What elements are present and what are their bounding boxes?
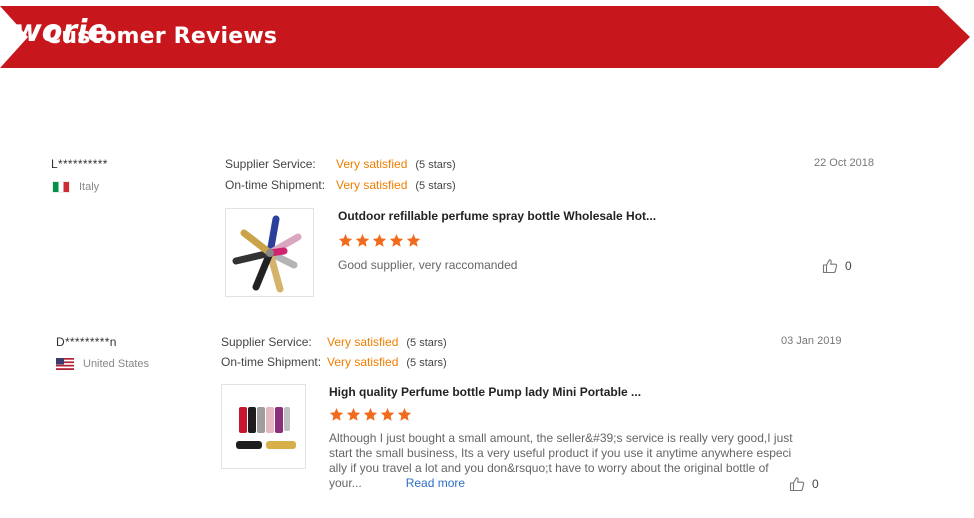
star-icon <box>406 233 421 247</box>
supplier-service-label: Supplier Service: <box>221 335 312 349</box>
review-date: 22 Oct 2018 <box>814 157 874 169</box>
product-thumbnail[interactable] <box>225 208 314 297</box>
us-flag-icon <box>56 358 74 370</box>
star-icon <box>389 233 404 247</box>
review-text-line: Although I just bought a small amount, t… <box>329 431 793 445</box>
star-icon <box>338 233 353 247</box>
supplier-service-label: Supplier Service: <box>225 157 316 171</box>
like-button[interactable]: 0 <box>789 476 819 492</box>
review-text-line: ally if you travel a lot and you don&rsq… <box>329 461 769 475</box>
supplier-service-value: Very satisfied <box>336 157 408 171</box>
supplier-service-value: Very satisfied <box>327 335 399 349</box>
shipment-label: On-time Shipment: <box>221 355 322 369</box>
perfume-bottles-image <box>232 215 302 293</box>
shipment-rating: On-time Shipment: Very satisfied (5 star… <box>225 178 456 192</box>
supplier-service-stars: (5 stars) <box>406 337 447 349</box>
review-date: 03 Jan 2019 <box>781 335 842 347</box>
country-name: United States <box>83 358 150 370</box>
review-star-rating <box>329 407 412 422</box>
like-count: 0 <box>812 477 819 491</box>
star-icon <box>363 407 378 421</box>
product-thumbnail[interactable] <box>221 384 306 469</box>
star-icon <box>380 407 395 421</box>
star-icon <box>397 407 412 421</box>
shipment-value: Very satisfied <box>336 178 408 192</box>
star-icon <box>355 233 370 247</box>
reviewer-country: Italy <box>52 181 99 193</box>
reviews-banner: Customer Reviews worie <box>0 6 974 68</box>
review-star-rating <box>338 233 421 248</box>
read-more-link[interactable]: Read more <box>406 476 465 490</box>
reviewer-country: United States <box>56 358 149 370</box>
brand-logo: worie <box>3 14 108 49</box>
svg-text:worie: worie <box>14 14 108 49</box>
shipment-rating: On-time Shipment: Very satisfied (5 star… <box>221 355 447 369</box>
reviewer-name: D*********n <box>56 335 117 349</box>
supplier-service-rating: Supplier Service: Very satisfied (5 star… <box>225 157 456 171</box>
perfume-bottles-image <box>236 407 296 449</box>
like-button[interactable]: 0 <box>822 258 852 274</box>
italy-flag-icon <box>52 181 70 193</box>
review-text: Although I just bought a small amount, t… <box>329 431 799 491</box>
country-name: Italy <box>79 181 100 193</box>
product-title-link[interactable]: High quality Perfume bottle Pump lady Mi… <box>329 385 641 399</box>
star-icon <box>372 233 387 247</box>
shipment-label: On-time Shipment: <box>225 178 326 192</box>
star-icon <box>329 407 344 421</box>
shipment-value: Very satisfied <box>327 355 399 369</box>
thumbs-up-icon <box>789 477 805 492</box>
supplier-service-rating: Supplier Service: Very satisfied (5 star… <box>221 335 447 349</box>
review-text-line-last: your... Read more <box>329 476 799 491</box>
thumbs-up-icon <box>822 259 838 274</box>
supplier-service-stars: (5 stars) <box>415 159 456 171</box>
shipment-stars: (5 stars) <box>415 180 456 192</box>
shipment-stars: (5 stars) <box>406 357 447 369</box>
review-text: Good supplier, very raccomanded <box>338 258 518 272</box>
review-text-line: start the small business, Its a very use… <box>329 446 792 460</box>
like-count: 0 <box>845 259 852 273</box>
reviewer-name: L********** <box>51 157 108 171</box>
product-title-link[interactable]: Outdoor refillable perfume spray bottle … <box>338 209 656 223</box>
star-icon <box>346 407 361 421</box>
review-text-line: your... <box>329 476 362 490</box>
